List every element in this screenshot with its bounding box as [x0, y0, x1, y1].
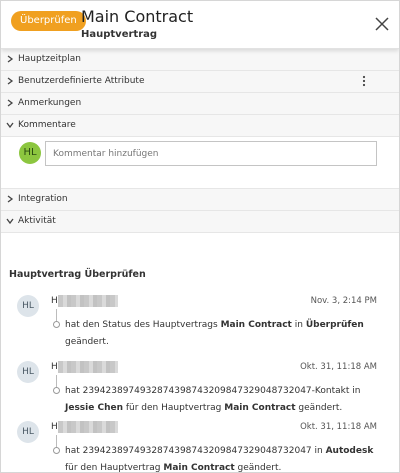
timestamp: Nov. 3, 2:14 PM [310, 296, 377, 306]
contract-panel: Überprüfen Main Contract Hauptvertrag Ha… [0, 0, 400, 473]
activity-title: Hauptvertrag Überprüfen [9, 269, 146, 280]
comments-body: HL [1, 137, 399, 189]
chevron-down-icon [6, 218, 14, 225]
activity-entry: HL H Nov. 3, 2:14 PM hat den Status des … [1, 295, 399, 355]
avatar: HL [17, 361, 39, 383]
timeline-dot [53, 387, 60, 394]
section-label: Hauptzeitplan [18, 54, 81, 64]
section-label: Kommentare [18, 120, 76, 130]
user-name: H [51, 422, 58, 432]
chevron-right-icon [7, 77, 14, 85]
close-icon[interactable] [373, 15, 391, 33]
section-label: Integration [18, 194, 68, 204]
timestamp: Okt. 31, 11:18 AM [300, 362, 377, 372]
sections-list: Hauptzeitplan Benutzerdefinierte Attribu… [1, 49, 399, 233]
activity-entry: HL H Okt. 31, 11:18 AM hat 2394238974932… [1, 421, 399, 473]
section-label: Benutzerdefinierte Attribute [18, 76, 145, 86]
timestamp: Okt. 31, 11:18 AM [300, 422, 377, 432]
chevron-right-icon [7, 99, 14, 107]
comment-input[interactable] [45, 141, 377, 166]
status-badge: Überprüfen [11, 11, 86, 31]
activity-message: hat den Status des Hauptvertrags Main Co… [65, 320, 364, 347]
section-integration[interactable]: Integration [1, 189, 399, 211]
chevron-right-icon [7, 195, 14, 203]
avatar: HL [17, 421, 39, 443]
section-aktivitaet[interactable]: Aktivität [1, 211, 399, 233]
redacted-name [58, 361, 118, 373]
activity-message: hat 239423897493287439874320984732904873… [65, 386, 361, 413]
avatar: HL [19, 142, 41, 164]
avatar: HL [17, 295, 39, 317]
timeline-dot [53, 321, 60, 328]
user-name: H [51, 362, 58, 372]
section-label: Aktivität [18, 216, 56, 226]
activity-message: hat 239423897493287439874320984732904873… [65, 446, 374, 473]
section-anmerkungen[interactable]: Anmerkungen [1, 93, 399, 115]
user-name: H [51, 296, 58, 306]
section-hauptzeitplan[interactable]: Hauptzeitplan [1, 49, 399, 71]
section-benutzerdefinierte-attribute[interactable]: Benutzerdefinierte Attribute [1, 71, 399, 93]
section-label: Anmerkungen [18, 98, 82, 108]
redacted-name [58, 295, 118, 307]
activity-entry: HL H Okt. 31, 11:18 AM hat 2394238974932… [1, 361, 399, 421]
more-vertical-icon[interactable] [359, 75, 369, 87]
chevron-right-icon [7, 55, 14, 63]
page-title: Main Contract [81, 7, 194, 26]
activity-feed: Hauptvertrag Überprüfen HL H Nov. 3, 2:1… [1, 239, 399, 473]
page-subtitle: Hauptvertrag [81, 29, 158, 40]
chevron-down-icon [6, 122, 14, 129]
section-kommentare[interactable]: Kommentare [1, 115, 399, 137]
panel-header: Überprüfen Main Contract Hauptvertrag [1, 1, 399, 49]
redacted-name [58, 421, 118, 433]
timeline-dot [53, 447, 60, 454]
